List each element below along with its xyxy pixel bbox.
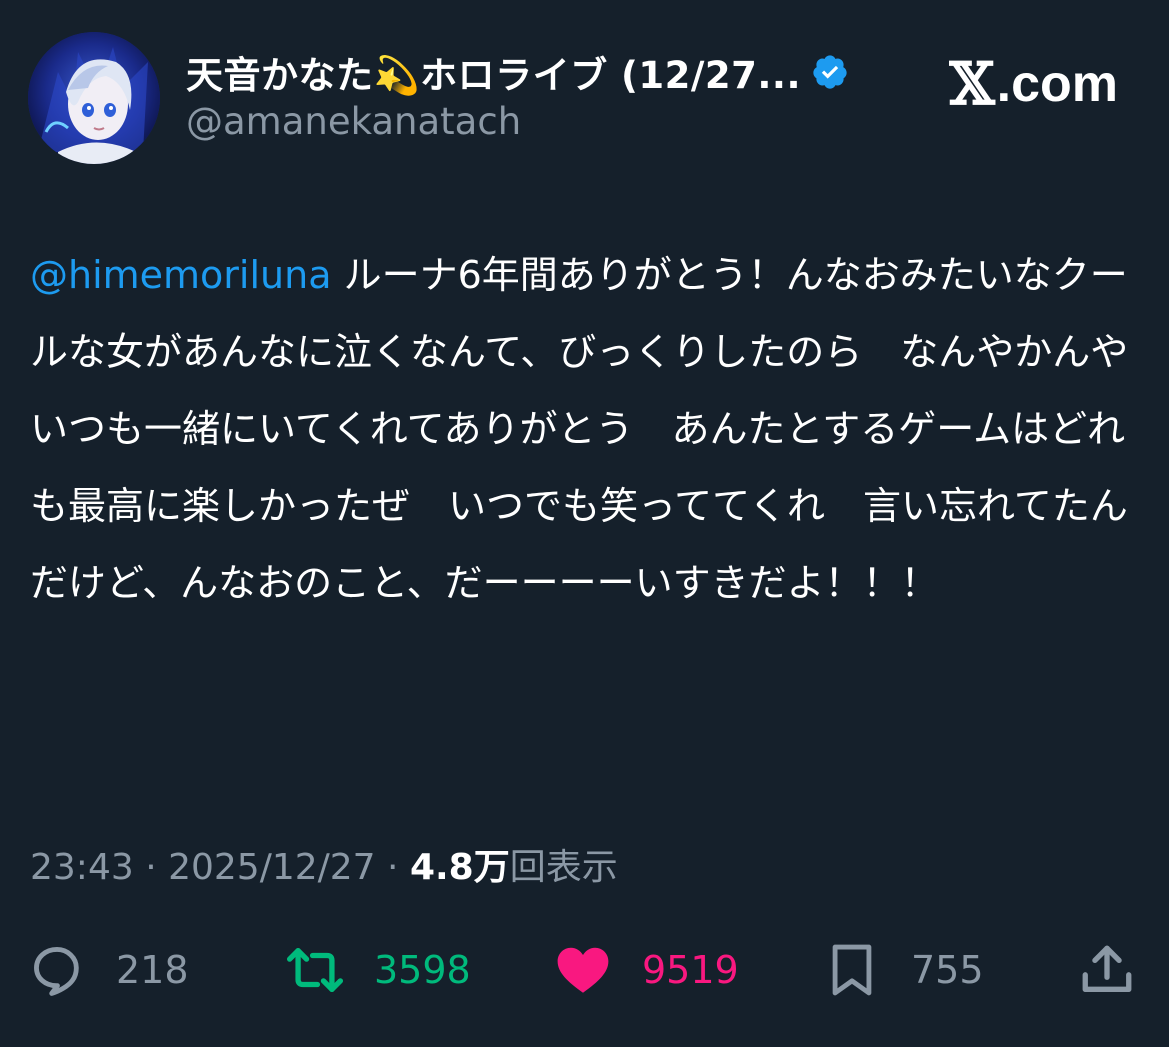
action-bar: 218 3598 9519 755 [28, 935, 1143, 1005]
tweet-text: @himemoriluna ルーナ6年間ありがとう！んなおみたいなクールな女があ… [30, 237, 1145, 622]
tweet-body: ルーナ6年間ありがとう！んなおみたいなクールな女があんなに泣くなんて、びっくりし… [30, 253, 1129, 605]
author-display-name[interactable]: 天音かなた💫ホロライブ (12/27... [186, 45, 801, 99]
tweet-date[interactable]: 2025/12/27 [168, 847, 376, 888]
retweet-icon [286, 948, 344, 992]
bookmark-count: 755 [911, 948, 984, 992]
like-count: 9519 [642, 948, 739, 992]
mention-link[interactable]: @himemoriluna [30, 253, 332, 297]
retweet-button[interactable]: 3598 [286, 935, 471, 1005]
heart-icon [557, 947, 609, 993]
views-label: 回表示 [509, 847, 618, 888]
verified-badge-icon [813, 55, 847, 89]
bookmark-button[interactable]: 755 [823, 935, 984, 1005]
x-com-logo[interactable]: 𝕏 .com [950, 50, 1118, 118]
like-button[interactable]: 9519 [554, 935, 739, 1005]
tweet-time[interactable]: 23:43 [30, 847, 134, 888]
tweet-meta: 23:43 · 2025/12/27 · 4.8万回表示 [30, 838, 618, 890]
x-logo-icon: 𝕏 [949, 50, 995, 118]
reply-icon [34, 947, 79, 996]
tweet-header: 天音かなた💫ホロライブ (12/27... @amanekanatach 𝕏 .c… [28, 30, 1138, 170]
avatar[interactable] [28, 32, 160, 164]
meta-separator: · [133, 847, 169, 888]
meta-separator: · [375, 847, 410, 888]
share-button[interactable] [1078, 935, 1136, 1005]
reply-count: 218 [116, 948, 189, 992]
x-com-domain: .com [996, 55, 1118, 113]
author-handle[interactable]: @amanekanatach [186, 100, 521, 143]
reply-button[interactable]: 218 [28, 935, 189, 1005]
author-name-row[interactable]: 天音かなた💫ホロライブ (12/27... [186, 44, 849, 100]
retweet-count: 3598 [374, 948, 471, 992]
views-count: 4.8万 [409, 847, 510, 888]
bookmark-icon [832, 944, 872, 996]
share-icon [1082, 945, 1132, 992]
